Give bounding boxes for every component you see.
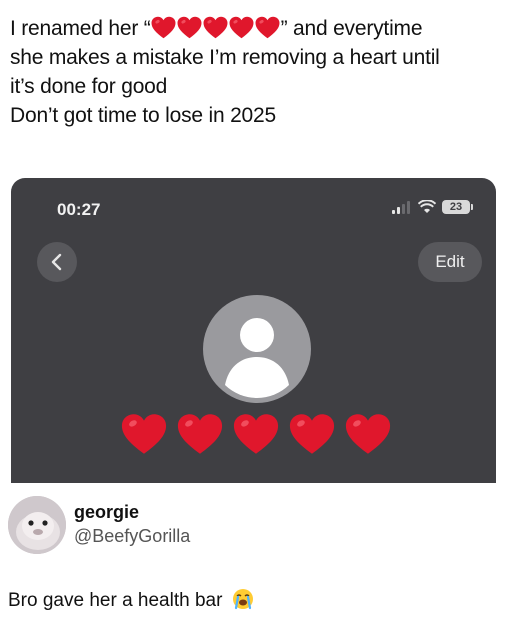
contact-name-hearts: [121, 413, 391, 455]
post-line-1: I renamed her “ ” and everytime: [10, 14, 510, 43]
wifi-icon: [418, 200, 436, 213]
heart-icon: [177, 413, 223, 455]
edit-button[interactable]: Edit: [418, 242, 482, 282]
author-handle[interactable]: @BeefyGorilla: [74, 526, 190, 547]
heart-icon: [151, 16, 176, 39]
person-icon: [225, 318, 289, 398]
heart-icon: [177, 16, 202, 39]
heart-icon: [255, 16, 280, 39]
inline-hearts: [151, 17, 281, 40]
post-line-2: she makes a mistake I’m removing a heart…: [10, 46, 440, 69]
loudly-crying-face-icon: [232, 589, 253, 610]
post-text: I renamed her “ ” and everytime she makes…: [10, 14, 510, 130]
post-line-1-start: I renamed her “: [10, 17, 151, 40]
heart-icon: [229, 16, 254, 39]
reply-text: Bro gave her a health bar: [8, 588, 254, 612]
heart-icon: [233, 413, 279, 455]
status-time: 00:27: [57, 200, 101, 219]
heart-icon: [121, 413, 167, 455]
contact-avatar: [203, 295, 311, 403]
battery-icon: 23: [442, 200, 473, 214]
status-bar-right: 23: [392, 200, 473, 214]
post-line-1-end: ” and everytime: [280, 17, 423, 40]
author-name[interactable]: georgie: [74, 502, 139, 523]
heart-icon: [203, 16, 228, 39]
reply-text-content: Bro gave her a health bar: [8, 590, 223, 611]
heart-icon: [345, 413, 391, 455]
phone-screenshot: 00:27 23 Edit: [11, 178, 496, 483]
post-line-3: it’s done for good: [10, 75, 168, 98]
chevron-left-icon: [51, 253, 62, 271]
cellular-signal-icon: [392, 201, 410, 214]
heart-icon: [289, 413, 335, 455]
post-line-4: Don’t got time to lose in 2025: [10, 104, 276, 127]
sea-creature-avatar-icon: [8, 496, 66, 554]
author-avatar[interactable]: [8, 496, 66, 554]
back-button[interactable]: [37, 242, 77, 282]
